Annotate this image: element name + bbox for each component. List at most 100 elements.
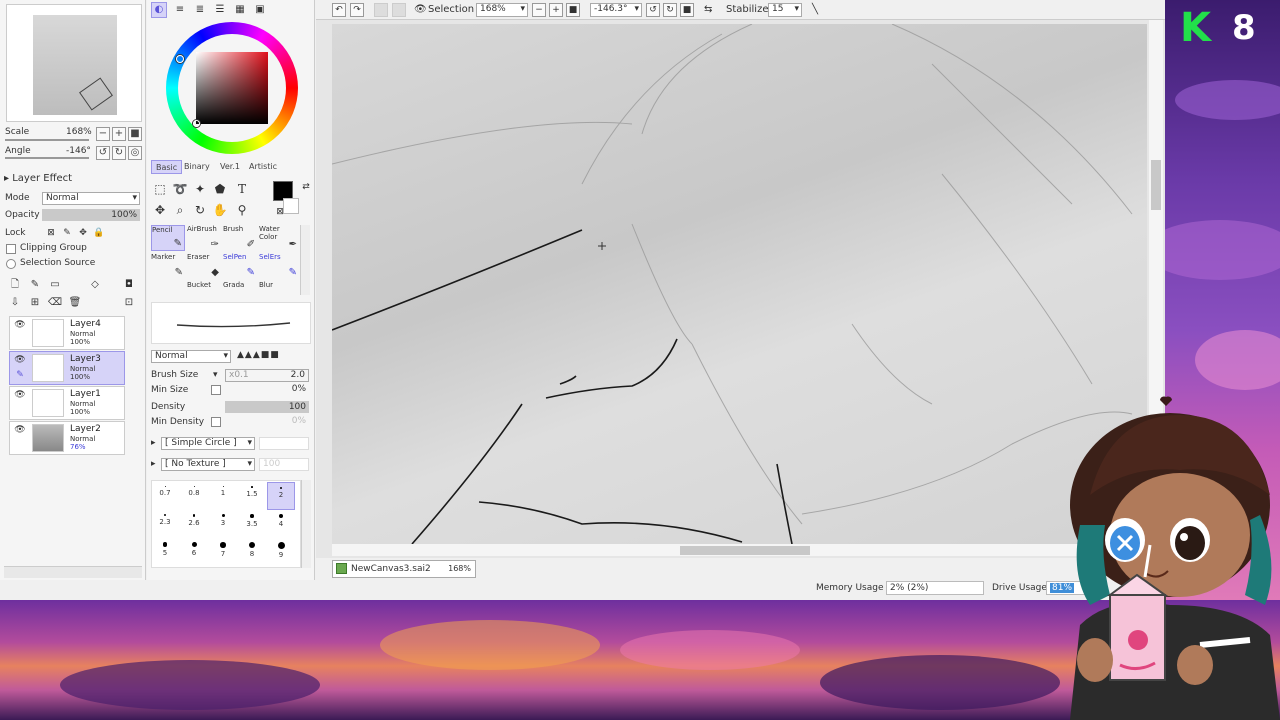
zoom-in-button[interactable]: + — [549, 3, 563, 17]
hue-picker-handle[interactable] — [176, 55, 184, 63]
brush-size-preset[interactable]: 2.3 — [151, 510, 179, 538]
straight-line-icon[interactable]: ╲ — [812, 3, 818, 17]
zoom-reset-button[interactable]: ■ — [128, 127, 142, 141]
eye-icon[interactable]: 👁 — [13, 320, 27, 332]
layer-options-icon[interactable]: ◘ — [120, 276, 138, 294]
selection-source-radio[interactable] — [6, 259, 16, 269]
brush-size-preset[interactable]: 7 — [209, 538, 237, 566]
brush-watercolor[interactable]: Water Color ✒ — [259, 225, 299, 251]
brush-shape-strength[interactable] — [259, 437, 309, 450]
shape-icon[interactable]: ⬟ — [211, 180, 229, 198]
clear-layer-icon[interactable]: ⌫ — [46, 294, 64, 312]
layer-effect-header[interactable]: ▸ Layer Effect — [4, 173, 72, 184]
transparent-color-icon[interactable]: ⊠ — [271, 203, 289, 221]
rotate-right-button[interactable]: ↻ — [663, 3, 677, 17]
brush-texture-strength[interactable]: 100 — [259, 458, 309, 471]
rotation-select[interactable]: -146.3° ▾ — [590, 3, 642, 17]
tab-ver1[interactable]: Ver.1 — [216, 160, 244, 174]
color-wheel-mode-icon[interactable]: ◐ — [151, 2, 167, 18]
eye-icon[interactable]: 👁 — [13, 425, 27, 437]
brush-size-preset[interactable]: 0.7 — [151, 482, 179, 510]
deselect-button[interactable] — [374, 3, 388, 17]
eye-icon[interactable]: 👁 — [414, 3, 427, 17]
scale-slider[interactable] — [5, 139, 89, 141]
brush-size-preset[interactable]: 4 — [267, 510, 295, 538]
tab-binary[interactable]: Binary — [180, 160, 214, 174]
canvas-horizontal-scroll-thumb[interactable] — [680, 546, 810, 555]
layer-item-selected[interactable]: 👁 ✎ Layer3 Normal 100% — [9, 351, 125, 385]
brush-size-preset[interactable]: 3 — [209, 510, 237, 538]
brush-selers[interactable]: SelErs ✎ — [259, 253, 299, 279]
brush-size-preset[interactable]: 5 — [151, 538, 179, 566]
rotate-left-button[interactable]: ↺ — [646, 3, 660, 17]
brush-texture-select[interactable]: [ No Texture ] ▾ — [161, 458, 255, 471]
zoom-out-button[interactable]: − — [96, 127, 110, 141]
lasso-icon[interactable]: ➰ — [171, 180, 189, 198]
brush-edge-selector[interactable]: ▲▲▲■■ — [237, 350, 309, 363]
zoom-in-button[interactable]: + — [112, 127, 126, 141]
min-density-field[interactable]: 0% — [225, 416, 309, 429]
brush-shape-select[interactable]: [ Simple Circle ] ▾ — [161, 437, 255, 450]
rgb-slider-icon[interactable]: ≡ — [171, 1, 189, 19]
color-wheel[interactable] — [166, 22, 298, 154]
palette-grid-icon[interactable]: ▦ — [231, 1, 249, 19]
shape-expand-icon[interactable]: ▸ — [151, 438, 156, 448]
brush-eraser[interactable]: Eraser ◆ — [187, 253, 221, 279]
swatches-icon[interactable]: ☰ — [211, 1, 229, 19]
transfer-down-icon[interactable]: ⇩ — [6, 294, 24, 312]
brush-list-scrollbar[interactable] — [300, 225, 310, 295]
new-linework-layer-icon[interactable]: ✎ — [26, 276, 44, 294]
layer-settings-icon[interactable]: ⊡ — [120, 294, 138, 312]
brush-size-preset[interactable]: 2 — [267, 482, 295, 510]
brush-size-field[interactable]: x0.1 2.0 — [225, 369, 309, 382]
color-picker-handle[interactable] — [193, 120, 200, 127]
hand-tool-icon[interactable]: ✋ — [211, 201, 229, 219]
eyedropper-icon[interactable]: ⚲ — [233, 201, 251, 219]
brush-size-preset[interactable]: 3.5 — [238, 510, 266, 538]
zoom-out-button[interactable]: − — [532, 3, 546, 17]
blend-mode-select[interactable]: Normal ▾ — [151, 350, 231, 363]
brush-size-scrollbar[interactable] — [301, 480, 311, 568]
new-layer-icon[interactable]: 🗋 — [6, 276, 24, 294]
text-tool-icon[interactable]: T — [233, 180, 251, 198]
layer-opacity-slider[interactable]: 100% — [42, 209, 140, 221]
eye-icon[interactable]: 👁 — [13, 355, 27, 367]
min-size-field[interactable]: 0% — [225, 384, 309, 397]
canvas-vertical-scroll-thumb[interactable] — [1151, 160, 1161, 210]
swap-colors-icon[interactable]: ⇄ — [297, 178, 315, 196]
layer-mask-icon[interactable]: ◇ — [86, 276, 104, 294]
layer-item[interactable]: 👁 Layer2 Normal 76% — [9, 421, 125, 455]
hsv-slider-icon[interactable]: ≣ — [191, 1, 209, 19]
angle-slider[interactable] — [5, 157, 89, 159]
drawing-canvas[interactable] — [332, 24, 1147, 544]
zoom-reset-button[interactable]: ■ — [566, 3, 580, 17]
magic-wand-icon[interactable]: ✦ — [191, 180, 209, 198]
flip-horizontal-icon[interactable]: ⇆ — [704, 3, 712, 17]
tab-artistic[interactable]: Artistic — [245, 160, 281, 174]
clipping-group-checkbox[interactable] — [6, 244, 16, 254]
delete-layer-icon[interactable]: 🗑 — [66, 294, 84, 312]
tab-basic[interactable]: Basic — [151, 160, 183, 174]
navigator-preview[interactable] — [6, 4, 142, 122]
eye-icon[interactable]: 👁 — [13, 390, 27, 402]
brush-size-preset[interactable]: 1 — [209, 482, 237, 510]
layer-mode-select[interactable]: Normal ▾ — [42, 192, 140, 205]
density-slider[interactable]: 100 — [225, 401, 309, 413]
undo-button[interactable]: ↶ — [332, 3, 346, 17]
min-density-checkbox[interactable] — [211, 417, 221, 427]
invert-selection-button[interactable] — [392, 3, 406, 17]
zoom-select[interactable]: 168% ▾ — [476, 3, 528, 17]
move-icon[interactable]: ✥ — [151, 201, 169, 219]
brush-size-preset[interactable]: 0.8 — [180, 482, 208, 510]
stabilizer-select[interactable]: 15 ▾ — [768, 3, 802, 17]
saturation-value-square[interactable] — [196, 52, 268, 124]
rotate-reset-button[interactable]: ■ — [680, 3, 694, 17]
redo-button[interactable]: ↷ — [350, 3, 364, 17]
rotate-right-button[interactable]: ↻ — [112, 146, 126, 160]
new-folder-icon[interactable]: ▭ — [46, 276, 64, 294]
min-size-pressure-checkbox[interactable] — [211, 385, 221, 395]
layer-item[interactable]: 👁 Layer4 Normal 100% — [9, 316, 125, 350]
brush-pencil[interactable]: Pencil ✎ — [151, 225, 185, 251]
brush-selpen[interactable]: SelPen ✎ — [223, 253, 257, 279]
brush-brush[interactable]: Brush ✐ — [223, 225, 257, 251]
